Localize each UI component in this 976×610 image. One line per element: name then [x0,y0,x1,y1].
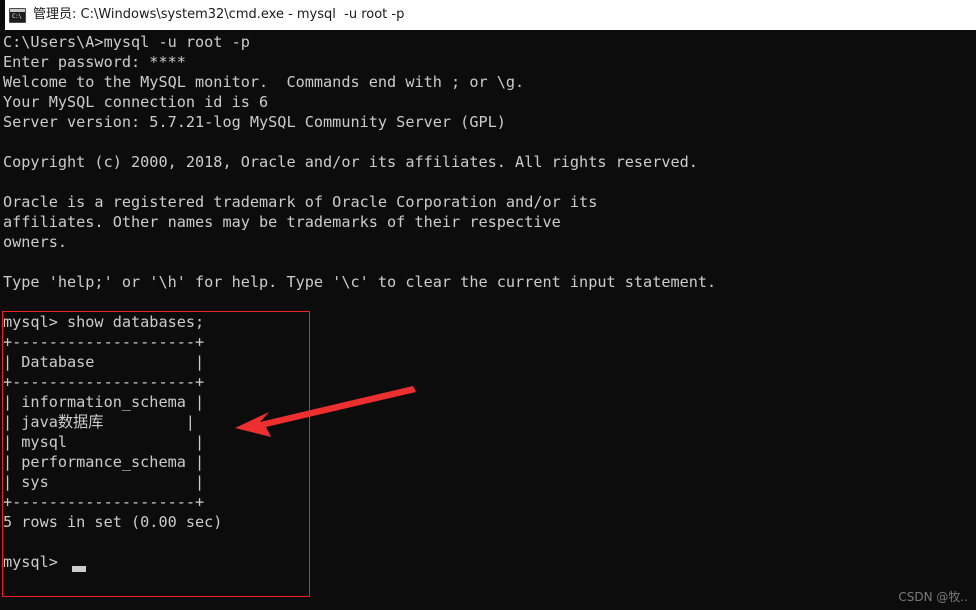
cmd-console-icon: C:\ [9,7,26,23]
watermark-text: CSDN @牧.. [898,590,968,604]
window-title-text: 管理员: C:\Windows\system32\cmd.exe - mysql… [33,7,405,22]
block-cursor [72,566,86,572]
cmd-icon-prompt-glyph: C:\ [12,12,22,20]
terminal-output-area[interactable]: C:\Users\A>mysql -u root -p Enter passwo… [0,30,976,610]
window-title-bar[interactable]: C:\ 管理员: C:\Windows\system32\cmd.exe - m… [0,0,976,30]
cmd-window: C:\ 管理员: C:\Windows\system32\cmd.exe - m… [0,0,976,610]
window-left-edge [0,0,5,30]
console-text: C:\Users\A>mysql -u root -p Enter passwo… [3,33,717,571]
cmd-icon-title-strip [10,8,25,12]
